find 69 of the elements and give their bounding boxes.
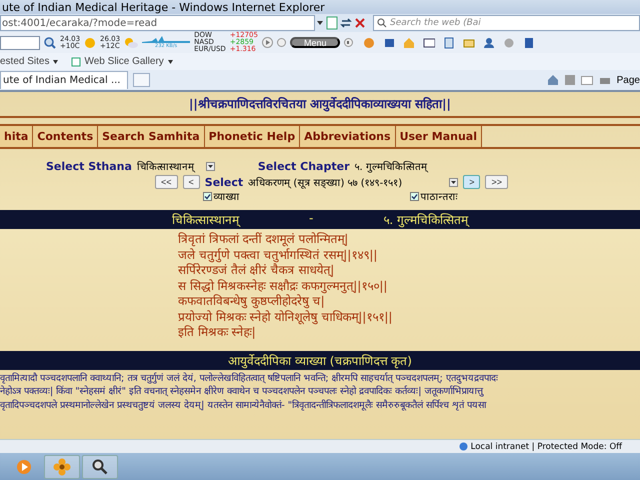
security-zone: Local intranet | Protected Mode: Off <box>470 442 622 452</box>
favorites-link[interactable]: Web Slice Gallery <box>71 56 174 67</box>
commentary-line: वृतादिपञ्चदशपले प्रस्थमानोल्लेखेन प्रस्थचतुष्टयं जलस्य देयम्| यतस्तेन सामान्येनैवोक्तं- "त्रिवृतादन्तीत्रिफलादशमूलैः समैरुरुबूकतैलं सर्पिश्च शृतं पयसा <box>0 398 488 412</box>
taskbar-button[interactable] <box>82 454 118 478</box>
verse-line: जले चतुर्गुणे पक्त्वा चतुर्भागस्थितं रसम्||१४९|| <box>178 248 378 262</box>
chapter-label: Select Chapter <box>258 160 350 172</box>
globe-icon <box>458 442 468 451</box>
magnifier-icon <box>92 458 108 474</box>
checkbox-label: व्याख्या <box>214 191 240 203</box>
close-icon[interactable] <box>353 16 367 30</box>
verse-line: कफवातविबन्धेषु कुष्ठप्लीहोदरेषु च| <box>178 294 326 310</box>
verse-line: सर्पिरेरण्डजं तैलं क्षीरं चैकत्र साधयेत्| <box>178 263 336 278</box>
nav-tab[interactable]: Phonetic Help <box>204 126 300 147</box>
nav-tab[interactable]: Contents <box>33 126 98 147</box>
user-icon[interactable] <box>483 36 496 48</box>
favorites-link[interactable]: ested Sites <box>0 56 60 67</box>
new-tab-button[interactable] <box>132 73 150 87</box>
verse-line: इति मिश्रकः स्नेहः| <box>178 325 257 340</box>
adhikarana-dropdown[interactable]: अधिकरणम् (सूत्र सङ्ख्या) ५७ (१४९-१५१) <box>248 175 458 189</box>
sthana-dropdown[interactable]: चिकित्सास्थानम् <box>136 159 215 173</box>
media-player-icon <box>16 458 32 474</box>
address-field[interactable]: ost:4001/ecaraka/?mode=read <box>0 15 315 31</box>
previous-button[interactable]: < <box>182 175 200 189</box>
commentary-title: आयुर्वेददीपिका व्याख्या (चक्रपाणिदत्त कृत) <box>228 352 412 368</box>
dropdown-arrow-icon <box>206 162 215 170</box>
verse-line: प्रयोज्यो मिश्रकः स्नेहो योनिशूलेषु चाधिकम्||१५१|| <box>178 310 394 325</box>
flower-icon <box>53 458 71 476</box>
last-button[interactable]: >> <box>485 175 508 189</box>
first-button[interactable]: << <box>155 175 178 189</box>
page-menu-button[interactable]: Page <box>616 74 640 86</box>
section-title: - <box>309 211 314 227</box>
nav-tab[interactable]: User Manual <box>396 126 482 147</box>
search-field[interactable]: Search the web (Bai <box>373 15 640 31</box>
dropdown-arrow-icon <box>449 178 458 186</box>
commentary-line: नेहोऽत्र पक्तव्यः| किंवा "स्नेहसमं क्षीरं" इति वचनात् स्नेहसमेन क्षीरेण क्वाथेन च पञ्चदशपलेन पञ्चपलः स्नेहो द्रवपादिकः कर्तव्यः| जतूकर्णाभिप्रायात्तु <box>0 385 485 398</box>
verse-line: स सिद्धो मिश्रकस्नेहः सक्षौद्रः कफगुल्मनुत्||१५०|| <box>178 278 388 294</box>
section-title: चिकित्सास्थानम् <box>172 212 239 228</box>
checkbox-option[interactable]: पाठान्तराः <box>410 189 458 203</box>
checkbox-option[interactable]: व्याख्या <box>202 189 240 203</box>
checkbox[interactable] <box>202 192 212 200</box>
commentary-line: वृतामित्यादौ पञ्चदशपलानि क्वाथ्यानि; तत्र चतुर्गुणं जलं देयं, पलोल्लेखविहितत्वात् षष्टिपलानि भवन्ति; क्षीरमपि साहचर्यात् पञ्चदशपलम्; एतदुभयद्रवपादः <box>0 372 499 385</box>
select-label: Select <box>204 176 244 188</box>
nav-tab[interactable]: Search Samhita <box>98 126 205 147</box>
dropdown-caret-icon <box>166 58 174 64</box>
refresh-icon[interactable] <box>339 16 353 30</box>
checkbox-label: पाठान्तराः <box>420 191 458 203</box>
browser-tab[interactable]: ute of Indian Medical ... <box>0 71 128 89</box>
traffic-graph-icon <box>142 35 190 43</box>
home-icon[interactable] <box>546 74 559 86</box>
dropdown-caret-icon <box>52 58 60 64</box>
play-icon[interactable] <box>262 37 273 48</box>
search-input[interactable] <box>0 36 40 50</box>
page-heading: ||श्रीचक्रपाणिदत्तविरचितया आयुर्वेददीपिकाव्याख्यया सहिता|| <box>0 92 640 118</box>
search-icon <box>377 18 387 28</box>
verse-line: त्रिवृतां त्रिफलां दन्तीं दशमूलं पलोन्मितम्| <box>178 232 350 248</box>
sun-icon <box>84 36 96 48</box>
menu-button[interactable]: Menu <box>290 37 340 48</box>
sthana-label: Select Sthana <box>46 160 132 172</box>
checkbox[interactable] <box>410 192 418 200</box>
search-icon[interactable] <box>44 36 56 48</box>
nav-tab[interactable]: Abbreviations <box>300 126 396 147</box>
nav-tab[interactable]: hita <box>0 126 34 147</box>
section-title: ५. गुल्मचिकित्सितम् <box>383 212 468 228</box>
dropdown-caret-icon[interactable] <box>315 19 325 27</box>
cloud-sun-icon <box>124 36 138 48</box>
folder-icon[interactable] <box>463 36 476 48</box>
window-title: ute of Indian Medical Heritage - Windows Internet Explorer <box>0 0 640 14</box>
next-button[interactable]: > <box>463 175 480 189</box>
chapter-dropdown[interactable]: ५. गुल्मचिकित्सितम् <box>354 159 640 173</box>
